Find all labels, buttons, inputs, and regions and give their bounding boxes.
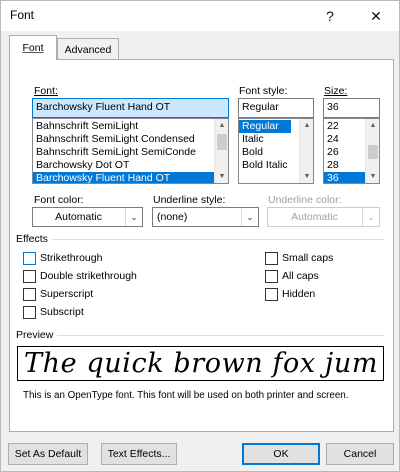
text-effects-label: Text Effects... [107, 448, 171, 460]
font-color-value: Automatic [55, 211, 102, 223]
size-value: 36 [327, 101, 339, 113]
title-bar: Font ? ✕ [1, 1, 399, 31]
tab-advanced-label: Advanced [64, 43, 112, 56]
underline-style-value: (none) [157, 211, 188, 223]
chevron-down-icon: ⌄ [125, 208, 142, 226]
cancel-label: Cancel [343, 448, 377, 460]
font-list-item[interactable]: Barchowsky Dot OT [33, 159, 228, 172]
preview-sample-text: The quick brown fox jum [24, 348, 379, 379]
subscript-label[interactable]: Subscript [40, 306, 84, 318]
font-style-label: Font style: [239, 85, 288, 97]
preview-heading: Preview [16, 329, 58, 341]
font-style-value: Regular [242, 101, 279, 113]
font-style-input[interactable]: Regular [238, 98, 314, 118]
font-style-item-selected[interactable]: Regular [239, 120, 291, 133]
scroll-up-icon[interactable]: ▲ [215, 119, 228, 132]
preview-box: The quick brown fox jum [17, 346, 384, 381]
underline-color-label: Underline color: [268, 194, 342, 206]
close-button[interactable]: ✕ [353, 1, 399, 31]
help-button[interactable]: ? [307, 1, 353, 31]
tab-font-label: Font [22, 42, 44, 54]
size-label: Size: [324, 85, 348, 97]
effects-heading: Effects [16, 233, 52, 245]
size-list[interactable]: 22 24 26 28 36 ▲ ▼ [323, 118, 380, 184]
help-icon: ? [326, 8, 334, 24]
small-caps-checkbox[interactable] [265, 252, 278, 265]
scroll-down-icon[interactable]: ▼ [215, 170, 228, 183]
font-list-item-selected[interactable]: Barchowsky Fluent Hand OT [33, 172, 214, 183]
size-list-item-selected[interactable]: 36 [324, 172, 365, 183]
double-strikethrough-label[interactable]: Double strikethrough [40, 270, 137, 282]
scroll-up-icon[interactable]: ▲ [300, 119, 313, 132]
tab-font[interactable]: Font [9, 35, 57, 60]
font-style-list[interactable]: Regular Italic Bold Bold Italic ▲ ▼ [238, 118, 314, 184]
tab-advanced[interactable]: Advanced [57, 38, 119, 60]
text-effects-button[interactable]: Text Effects... [101, 443, 177, 465]
font-style-scrollbar[interactable]: ▲ ▼ [299, 119, 313, 183]
underline-style-label: Underline style: [153, 194, 226, 206]
font-list-scrollbar[interactable]: ▲ ▼ [214, 119, 228, 183]
all-caps-label[interactable]: All caps [282, 270, 319, 282]
font-color-label: Font color: [34, 194, 84, 206]
underline-style-dropdown[interactable]: (none) ⌄ [152, 207, 259, 227]
strikethrough-checkbox[interactable] [23, 252, 36, 265]
font-color-dropdown[interactable]: Automatic ⌄ [32, 207, 143, 227]
set-as-default-label: Set As Default [14, 448, 82, 460]
font-list-item[interactable]: Bahnschrift SemiLight [33, 120, 228, 133]
superscript-label[interactable]: Superscript [40, 288, 93, 300]
font-dialog: Font ? ✕ Font Advanced Font: Barchowsky … [0, 0, 400, 472]
font-name-input[interactable]: Barchowsky Fluent Hand OT [32, 98, 229, 118]
ok-button[interactable]: OK [242, 443, 320, 465]
superscript-checkbox[interactable] [23, 288, 36, 301]
close-icon: ✕ [370, 7, 382, 24]
size-input[interactable]: 36 [323, 98, 380, 118]
hidden-checkbox[interactable] [265, 288, 278, 301]
dialog-title: Font [10, 8, 35, 22]
effects-divider [51, 239, 384, 240]
double-strikethrough-checkbox[interactable] [23, 270, 36, 283]
scroll-down-icon[interactable]: ▼ [366, 170, 379, 183]
chevron-down-icon: ⌄ [241, 208, 258, 226]
subscript-checkbox[interactable] [23, 306, 36, 319]
scroll-thumb[interactable] [368, 145, 378, 159]
ok-label: OK [273, 448, 289, 460]
small-caps-label[interactable]: Small caps [282, 252, 333, 264]
font-list-item[interactable]: Bahnschrift SemiLight Condensed [33, 133, 228, 146]
font-list-item[interactable]: Bahnschrift SemiLight SemiConde [33, 146, 228, 159]
font-label: Font: [34, 85, 58, 97]
strikethrough-label[interactable]: Strikethrough [40, 252, 102, 264]
set-as-default-button[interactable]: Set As Default [8, 443, 88, 465]
hidden-label[interactable]: Hidden [282, 288, 315, 300]
underline-color-dropdown: Automatic ⌄ [267, 207, 380, 227]
scroll-up-icon[interactable]: ▲ [366, 119, 379, 132]
all-caps-checkbox[interactable] [265, 270, 278, 283]
chevron-down-icon: ⌄ [362, 208, 379, 226]
size-list-scrollbar[interactable]: ▲ ▼ [365, 119, 379, 183]
font-name-value: Barchowsky Fluent Hand OT [36, 101, 171, 113]
scroll-thumb[interactable] [217, 134, 227, 150]
preview-divider [56, 335, 384, 336]
preview-note: This is an OpenType font. This font will… [23, 390, 349, 401]
cancel-button[interactable]: Cancel [326, 443, 394, 465]
underline-color-value: Automatic [291, 211, 338, 223]
scroll-down-icon[interactable]: ▼ [300, 170, 313, 183]
font-list[interactable]: Bahnschrift SemiLight Bahnschrift SemiLi… [32, 118, 229, 184]
